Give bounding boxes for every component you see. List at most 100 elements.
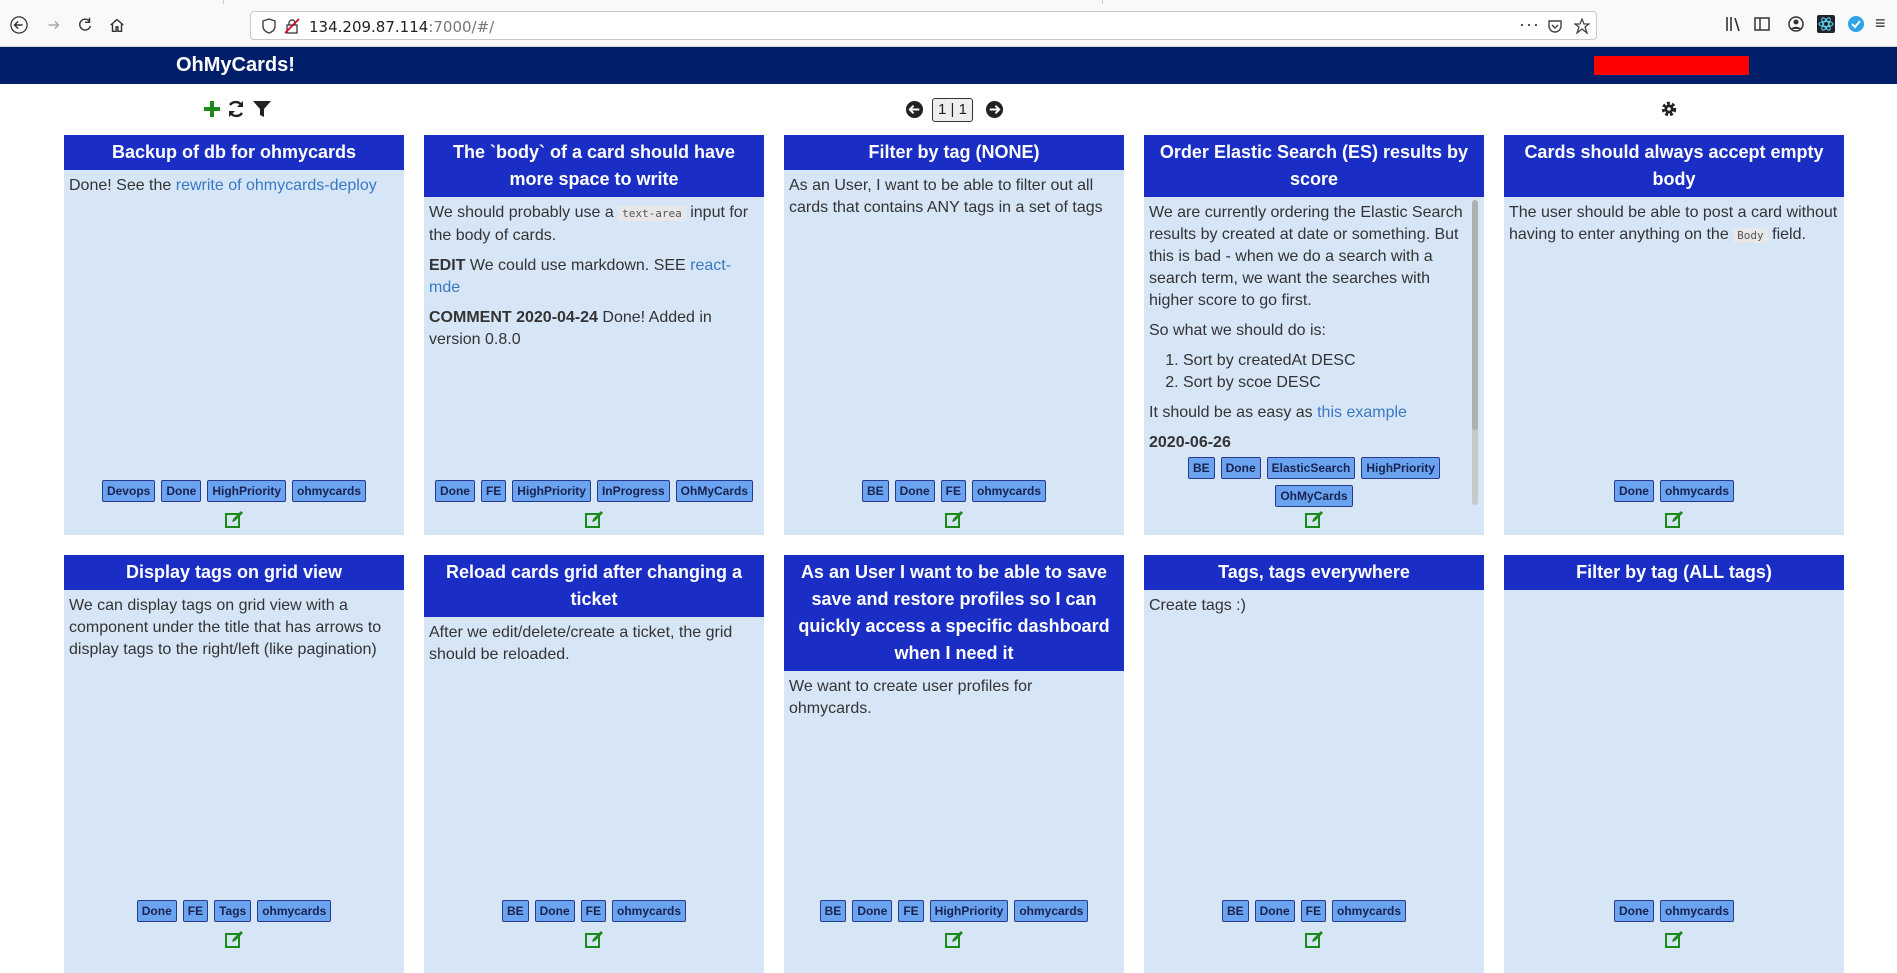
previous-page-button[interactable] (902, 97, 926, 121)
card-title[interactable]: Cards should always accept empty body (1504, 135, 1844, 197)
app-title[interactable]: OhMyCards! (176, 54, 295, 77)
bookmark-star-icon[interactable] (1574, 18, 1590, 34)
card-title[interactable]: As an User I want to be able to save sav… (784, 555, 1124, 671)
library-icon[interactable] (1724, 15, 1742, 33)
edit-icon[interactable] (1664, 930, 1684, 950)
card[interactable]: Tags, tags everywhere Create tags :) BE … (1144, 555, 1484, 973)
tag-badge[interactable]: ohmycards (1331, 900, 1407, 922)
tag-badge[interactable]: OhMyCards (1275, 485, 1353, 507)
url-text[interactable]: 134.209.87.114:7000/#/ (309, 18, 494, 36)
filter-button[interactable] (250, 97, 274, 121)
tab-strip (223, 0, 1103, 4)
tag-badge[interactable]: ohmycards (1014, 900, 1089, 922)
tag-badge[interactable]: HighPriority (1361, 457, 1441, 479)
card[interactable]: Display tags on grid view We can display… (64, 555, 404, 973)
tag-badge[interactable]: ElasticSearch (1266, 457, 1356, 479)
edit-icon[interactable] (1304, 930, 1324, 950)
tag-badge[interactable]: Done (1254, 900, 1295, 922)
extension-icon[interactable] (1847, 15, 1865, 33)
next-page-button[interactable] (982, 97, 1006, 121)
tag-badge[interactable]: BE (501, 900, 529, 922)
account-icon[interactable] (1787, 15, 1805, 33)
tag-badge[interactable]: BE (1187, 457, 1215, 479)
add-card-button[interactable] (200, 97, 224, 121)
tag-badge[interactable]: BE (861, 480, 889, 502)
edit-icon[interactable] (944, 930, 964, 950)
tag-badge[interactable]: Done (434, 480, 475, 502)
tag-badge[interactable]: HighPriority (929, 900, 1009, 922)
tag-badge[interactable]: Done (894, 480, 935, 502)
card[interactable]: Filter by tag (NONE) As an User, I want … (784, 135, 1124, 535)
tag-badge[interactable]: FE (940, 480, 966, 502)
edit-icon[interactable] (584, 510, 604, 530)
tag-badge[interactable]: Done (852, 900, 893, 922)
edit-icon[interactable] (944, 510, 964, 530)
edit-icon[interactable] (1664, 510, 1684, 530)
tag-badge[interactable]: FE (182, 900, 209, 922)
tag-badge[interactable]: ohmycards (1659, 480, 1735, 502)
tag-badge[interactable]: Done (534, 900, 575, 922)
card[interactable]: Backup of db for ohmycards Done! See the… (64, 135, 404, 535)
card-title[interactable]: Display tags on grid view (64, 555, 404, 590)
tag-badge[interactable]: InProgress (596, 480, 670, 502)
card-body: Create tags :) (1144, 590, 1484, 630)
tag-badge[interactable]: FE (480, 480, 507, 502)
tag-badge[interactable]: ohmycards (1659, 900, 1735, 922)
tag-badge[interactable]: Tags (214, 900, 252, 922)
tag-badge[interactable]: Devops (101, 480, 156, 502)
pocket-icon[interactable] (1547, 18, 1563, 34)
card-scrollbar[interactable] (1472, 200, 1478, 505)
home-button[interactable] (104, 12, 130, 38)
card-title[interactable]: Order Elastic Search (ES) results by sco… (1144, 135, 1484, 197)
tag-badge[interactable]: Done (1220, 457, 1261, 479)
tag-badge[interactable]: FE (580, 900, 606, 922)
tag-badge[interactable]: BE (1221, 900, 1249, 922)
tag-badge[interactable]: Done (1613, 900, 1654, 922)
card-title[interactable]: Filter by tag (ALL tags) (1504, 555, 1844, 590)
edit-icon[interactable] (224, 510, 244, 530)
edit-icon[interactable] (1304, 510, 1324, 530)
scrollbar-thumb[interactable] (1472, 200, 1478, 430)
forward-button[interactable] (41, 12, 67, 38)
tag-badge[interactable]: ohmycards (611, 900, 687, 922)
card-title[interactable]: Tags, tags everywhere (1144, 555, 1484, 590)
card-title[interactable]: Filter by tag (NONE) (784, 135, 1124, 170)
tag-badge[interactable]: OhMyCards (675, 480, 754, 502)
card[interactable]: Cards should always accept empty body Th… (1504, 135, 1844, 535)
insecure-lock-icon[interactable] (284, 18, 300, 34)
refresh-button[interactable] (224, 97, 248, 121)
page-indicator[interactable]: 1 | 1 (932, 98, 973, 122)
tag-badge[interactable]: ohmycards (971, 480, 1047, 502)
tag-badge[interactable]: HighPriority (207, 480, 286, 502)
card-link[interactable]: this example (1317, 404, 1407, 421)
sidebar-icon[interactable] (1753, 15, 1771, 33)
card[interactable]: The `body` of a card should have more sp… (424, 135, 764, 535)
tag-badge[interactable]: FE (1300, 900, 1326, 922)
tag-badge[interactable]: ohmycards (257, 900, 332, 922)
url-bar[interactable]: 134.209.87.114:7000/#/ ··· (250, 11, 1597, 40)
card[interactable]: As an User I want to be able to save sav… (784, 555, 1124, 973)
tag-badge[interactable]: ohmycards (292, 480, 367, 502)
tag-badge[interactable]: BE (819, 900, 847, 922)
card-link[interactable]: rewrite of ohmycards-deploy (176, 177, 377, 194)
back-button[interactable] (6, 12, 32, 38)
tag-badge[interactable]: Done (161, 480, 202, 502)
card-title[interactable]: The `body` of a card should have more sp… (424, 135, 764, 197)
reload-button[interactable] (72, 12, 98, 38)
card[interactable]: Reload cards grid after changing a ticke… (424, 555, 764, 973)
tag-badge[interactable]: Done (136, 900, 177, 922)
edit-icon[interactable] (584, 930, 604, 950)
settings-button[interactable] (1657, 97, 1681, 121)
card-title[interactable]: Backup of db for ohmycards (64, 135, 404, 170)
card-title[interactable]: Reload cards grid after changing a ticke… (424, 555, 764, 617)
page-actions-icon[interactable]: ··· (1519, 14, 1540, 35)
tag-badge[interactable]: Done (1613, 480, 1654, 502)
menu-icon[interactable]: ≡ (1875, 13, 1886, 34)
card[interactable]: Filter by tag (ALL tags) Done ohmycards (1504, 555, 1844, 973)
shield-icon[interactable] (261, 18, 277, 34)
card[interactable]: Order Elastic Search (ES) results by sco… (1144, 135, 1484, 535)
react-devtools-icon[interactable] (1817, 15, 1835, 33)
edit-icon[interactable] (224, 930, 244, 950)
tag-badge[interactable]: FE (898, 900, 924, 922)
tag-badge[interactable]: HighPriority (512, 480, 591, 502)
